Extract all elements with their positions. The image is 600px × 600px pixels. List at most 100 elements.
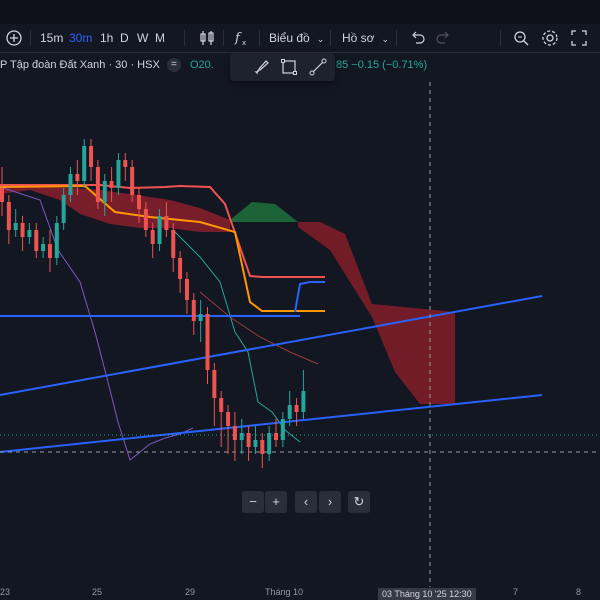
gear-icon[interactable] [540, 28, 560, 53]
candle-body [95, 167, 100, 202]
candle-body [164, 216, 169, 230]
candle-body [75, 174, 80, 181]
toolbar-separator [223, 30, 224, 46]
zoom-out-button[interactable]: − [242, 491, 264, 513]
candle-body [27, 230, 32, 237]
time-label: 25 [92, 587, 103, 597]
candle-body [123, 160, 128, 167]
symbol-title[interactable]: P Tập đoàn Đất Xanh · 30 · HSX [0, 59, 160, 71]
candle-body [205, 314, 210, 370]
candle-body [137, 195, 141, 209]
svg-text:x: x [242, 39, 246, 47]
lagging-red-line [199, 291, 319, 365]
top-strip [0, 0, 600, 24]
open-label: O20. [190, 59, 214, 71]
fx-icon[interactable]: fx [233, 28, 251, 53]
interval-15m[interactable]: 15m [40, 24, 63, 52]
candle-body [47, 244, 52, 258]
candle-body [301, 391, 306, 412]
candle-body [102, 181, 107, 202]
candle-body [287, 405, 292, 419]
candle-body [274, 433, 278, 440]
toolbar-separator [500, 30, 501, 46]
candle-body [294, 405, 299, 412]
chart-menu-label: Biểu đồ [269, 31, 310, 45]
zoom-in-button[interactable]: + [265, 491, 287, 513]
candle-body [219, 398, 224, 412]
time-label: 23 [0, 587, 11, 597]
interval-m[interactable]: M [155, 24, 165, 52]
profile-menu[interactable]: Hồ sơ ⌄ [342, 24, 389, 52]
ichimoku-cloud [0, 187, 455, 404]
drawing-toolbar [230, 53, 335, 81]
candle-body [184, 279, 189, 300]
interval-d[interactable]: D [120, 24, 129, 52]
interval-30m[interactable]: 30m [69, 24, 92, 52]
toolbar-separator [259, 30, 260, 46]
candle-body [116, 160, 121, 188]
candle-body [150, 230, 155, 244]
candle-body [89, 146, 94, 167]
time-label: Tháng 10 [265, 587, 304, 597]
trend-line-icon[interactable] [308, 57, 328, 82]
cloud-bull-segment [230, 202, 298, 222]
candle-body [246, 433, 251, 447]
candles-icon[interactable] [198, 28, 216, 53]
toolbar-separator [184, 30, 185, 46]
candle-body [61, 195, 66, 223]
profile-menu-label: Hồ sơ [342, 31, 375, 45]
candle-body [0, 188, 4, 202]
interval-w[interactable]: W [137, 24, 148, 52]
candle-body [20, 223, 25, 237]
symbol-legend: P Tập đoàn Đất Xanh · 30 · HSX = O20. [0, 58, 214, 74]
candle-body [54, 223, 59, 258]
candle-body [109, 181, 114, 188]
toolbar-separator [396, 30, 397, 46]
candle-body [13, 223, 18, 230]
reset-chart-button[interactable]: ↻ [348, 491, 370, 513]
blue-step-line [294, 281, 325, 313]
candle-body [191, 300, 196, 321]
candle-body [260, 440, 265, 454]
toolbar-separator [330, 30, 331, 46]
price-change: 85 −0.15 (−0.71%) [336, 59, 428, 71]
redo-icon[interactable] [435, 28, 453, 53]
indicator-dot[interactable]: = [166, 58, 181, 72]
rectangle-icon[interactable] [279, 57, 299, 82]
candle-body [226, 412, 231, 426]
undo-icon[interactable] [408, 28, 426, 53]
candle-body [68, 174, 73, 195]
interval-1h[interactable]: 1h [100, 24, 113, 52]
time-axis[interactable]: 23 25 29 Tháng 10 7 8 [0, 587, 600, 600]
chevron-down-icon: ⌄ [381, 34, 390, 44]
time-label: 29 [185, 587, 196, 597]
open-label-text: O [189, 58, 199, 71]
candle-body [178, 258, 183, 279]
candle-body [171, 230, 176, 258]
scroll-right-button[interactable]: › [319, 491, 341, 513]
candle-body [130, 167, 135, 195]
open-value: 20. [198, 58, 214, 71]
chart-toolbar: 15m 30m 1h D W M fx Biểu đồ ⌄ Hồ sơ ⌄ [0, 24, 600, 53]
cloud-bear-segment [0, 187, 230, 232]
cloud-bear-segment [298, 222, 455, 404]
candle-body [143, 209, 148, 230]
chart-menu[interactable]: Biểu đồ ⌄ [269, 24, 324, 52]
candle-body [232, 426, 237, 440]
brush-icon[interactable] [252, 57, 272, 82]
chikou-green-line [174, 231, 301, 443]
fullscreen-icon[interactable] [569, 28, 589, 53]
crosshair-time-label: 03 Tháng 10 '25 12:30 [378, 588, 476, 600]
toolbar-separator [30, 30, 31, 46]
time-label: 7 [513, 587, 519, 597]
candle-body [253, 440, 258, 447]
svg-text:f: f [234, 31, 242, 46]
candle-body [34, 230, 39, 251]
search-icon[interactable] [511, 28, 531, 53]
add-circle-icon[interactable] [4, 28, 24, 53]
candle-body [239, 433, 244, 440]
chevron-down-icon: ⌄ [316, 34, 325, 44]
candle-body [82, 146, 87, 181]
candle-body [212, 370, 217, 398]
scroll-left-button[interactable]: ‹ [295, 491, 317, 513]
